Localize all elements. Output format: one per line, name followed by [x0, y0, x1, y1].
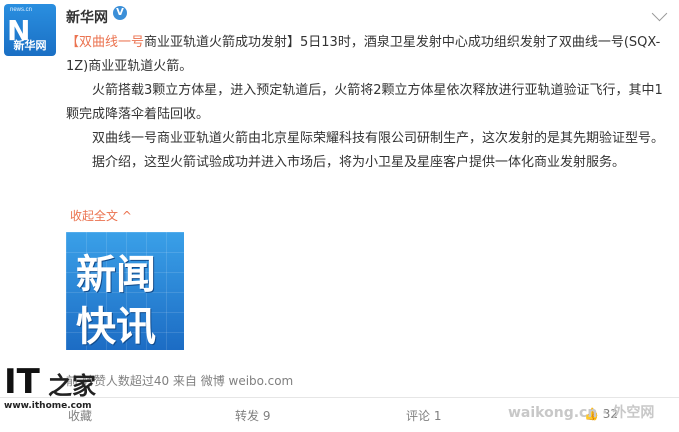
post-paragraph-2: 火箭搭载3颗立方体星，进入预定轨道后，火箭将2颗立方体星依次释放进行亚轨道验证飞…: [66, 83, 663, 122]
collapse-button[interactable]: 收起全文 ^: [70, 207, 132, 224]
repost-button[interactable]: 转发 9: [235, 407, 270, 424]
avatar-caption: 新华网: [13, 39, 47, 52]
waikong-watermark: waikong.cn · 外空网: [508, 405, 655, 421]
post-meta: 前 转赞人数超过40 来自 微博 weibo.com: [66, 374, 294, 388]
comment-button[interactable]: 评论 1: [406, 407, 441, 424]
avatar-small-text: news.cn: [10, 7, 33, 13]
post-paragraph-3: 双曲线一号商业亚轨道火箭由北京星际荣耀科技有限公司研制生产，这次发射的是其先期验…: [92, 131, 665, 146]
post-content: 【双曲线一号商业亚轨道火箭成功发射】5日13时，酒泉卫星发射中心成功组织发射了双…: [66, 31, 666, 175]
chevron-up-icon: ^: [121, 209, 132, 223]
image-text-line-2: 快讯: [76, 304, 156, 350]
collapse-label: 收起全文: [70, 209, 119, 223]
post-paragraph-4: 据介绍，这型火箭试验成功并进入市场后，将为小卫星及星座客户提供一体化商业发射服务…: [92, 155, 626, 170]
image-text-line-1: 新闻: [76, 252, 156, 298]
topic-link[interactable]: 【双曲线一号: [66, 35, 144, 50]
ithome-logo: IT: [4, 362, 40, 402]
post-paragraph-1: 【双曲线一号商业亚轨道火箭成功发射】5日13时，酒泉卫星发射中心成功组织发射了双…: [66, 31, 666, 79]
post-image[interactable]: 新闻 快讯: [66, 232, 184, 350]
avatar[interactable]: news.cn N 新华网: [4, 4, 56, 56]
post-paragraph-1-text: 商业亚轨道火箭成功发射】5日13时，酒泉卫星发射中心成功组织发射了双曲线一号(S…: [66, 35, 661, 74]
chevron-down-icon[interactable]: [651, 5, 668, 22]
account-name[interactable]: 新华网: [66, 7, 108, 27]
ithome-logo-cn: 之家: [48, 371, 96, 400]
verified-icon: V: [113, 6, 127, 20]
favorite-button[interactable]: 收藏: [68, 407, 92, 424]
